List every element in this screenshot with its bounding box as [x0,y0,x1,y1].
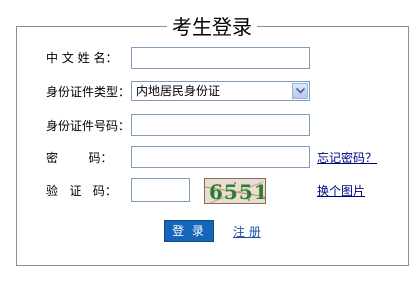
captcha-digits: 6551 [209,180,266,204]
id-number-input[interactable] [131,114,310,136]
id-type-select[interactable]: 内地居民身份证 [131,81,310,101]
forgot-password-link[interactable]: 忘记密码？ [317,150,377,166]
change-image-link[interactable]: 换个图片 [317,183,365,199]
id-type-label: 身份证件类型： [46,85,131,99]
name-label: 中 文 姓 名： [46,51,118,65]
password-label: 密 码： [46,151,113,165]
captcha-image: 6551 [204,178,266,204]
register-link[interactable]: 注 册 [233,224,261,240]
captcha-input[interactable] [131,178,190,202]
form-title: 考生登录 [167,14,257,42]
id-number-label: 身份证件号码： [46,119,131,133]
captcha-label: 验 证 码： [46,184,117,198]
password-input[interactable] [131,146,310,168]
chevron-down-icon[interactable] [292,83,308,99]
id-type-selected: 内地居民身份证 [136,84,221,98]
login-button[interactable]: 登 录 [164,220,214,242]
name-input[interactable] [131,47,310,69]
